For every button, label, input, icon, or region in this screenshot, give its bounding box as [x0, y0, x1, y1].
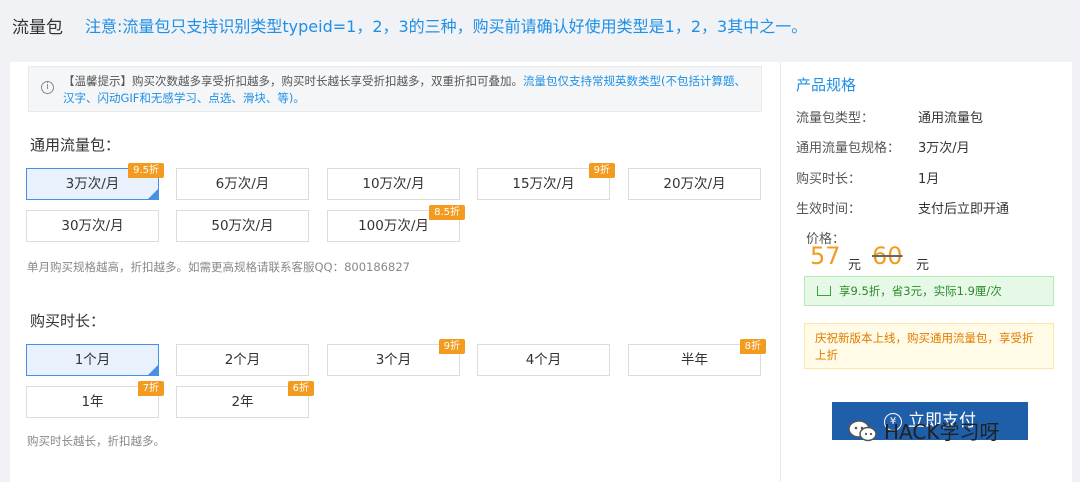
duration-option-1y[interactable]: 1年 7折 [26, 381, 164, 418]
duration-option-label: 2个月 [224, 352, 261, 368]
promo-text: 庆祝新版本上线，购买通用流量包，享受折上折 [815, 331, 1034, 362]
package-option-label: 6万次/月 [215, 176, 270, 192]
discount-badge: 9.5折 [128, 163, 164, 178]
spec-title: 产品规格 [796, 76, 857, 94]
discount-badge: 6折 [287, 381, 314, 396]
package-option-label: 20万次/月 [663, 176, 726, 192]
package-option-label: 3万次/月 [65, 176, 120, 192]
package-section-title: 通用流量包： [30, 136, 121, 154]
tip-box: i 【温馨提示】购买次数越多享受折扣越多，购买时长越长享受折扣越多，双重折扣可叠… [28, 66, 762, 112]
duration-option-label: 2年 [231, 394, 254, 410]
duration-option-label: 1个月 [74, 352, 111, 368]
package-option-6w[interactable]: 6万次/月 [176, 168, 309, 200]
package-option-100w[interactable]: 100万次/月 8.5折 [327, 205, 465, 242]
top-bar: 流量包 注意:流量包只支持识别类型typeid=1，2，3的三种，购买前请确认好… [0, 0, 1080, 50]
discount-summary: 享9.5折，省3元，实际1.9厘/次 [804, 276, 1054, 306]
tip-text: 【温馨提示】购买次数越多享受折扣越多，购买时长越长享受折扣越多，双重折扣可叠加。 [63, 74, 523, 88]
duration-option-label: 半年 [681, 352, 708, 368]
price-original-unit: 元 [916, 258, 930, 273]
duration-option-2y[interactable]: 2年 6折 [176, 381, 314, 418]
duration-option-1m[interactable]: 1个月 [26, 344, 159, 376]
package-option-label: 10万次/月 [362, 176, 425, 192]
spec-label-effective: 生效时间： [796, 202, 862, 217]
page-title: 流量包 [12, 17, 63, 38]
duration-option-2m[interactable]: 2个月 [176, 344, 309, 376]
duration-option-label: 3个月 [375, 352, 412, 368]
package-option-3w[interactable]: 3万次/月 9.5折 [26, 163, 164, 200]
spec-value-duration: 1月 [918, 172, 940, 187]
package-option-50w[interactable]: 50万次/月 [176, 210, 309, 242]
duration-section-title: 购买时长： [30, 312, 106, 330]
package-option-20w[interactable]: 20万次/月 [628, 168, 761, 200]
duration-option-3m[interactable]: 3个月 9折 [327, 339, 465, 376]
price-current-unit: 元 [848, 258, 862, 273]
package-option-label: 15万次/月 [512, 176, 575, 192]
package-option-label: 30万次/月 [61, 218, 124, 234]
selected-corner-icon [148, 189, 158, 199]
spec-label-size: 通用流量包规格： [796, 141, 901, 156]
package-option-label: 100万次/月 [358, 218, 429, 234]
typeid-notice: 注意:流量包只支持识别类型typeid=1，2，3的三种，购买前请确认好使用类型… [85, 17, 808, 36]
spec-label-type: 流量包类型： [796, 111, 875, 126]
selected-corner-icon [148, 365, 158, 375]
watermark: HACK学习呀 [848, 416, 999, 445]
duration-option-half-year[interactable]: 半年 8折 [628, 339, 766, 376]
discount-badge: 7折 [137, 381, 164, 396]
spec-value-size: 3万次/月 [918, 141, 970, 156]
promo-box: 庆祝新版本上线，购买通用流量包，享受折上折 [804, 323, 1054, 369]
discount-text: 享9.5折，省3元，实际1.9厘/次 [839, 284, 1002, 298]
spec-value-effective: 支付后立即开通 [918, 202, 1010, 217]
watermark-text: HACK学习呀 [884, 420, 1000, 444]
spec-label-duration: 购买时长： [796, 172, 862, 187]
price-current: 57 [810, 242, 841, 270]
wechat-icon [848, 419, 877, 441]
discount-badge: 8折 [739, 339, 766, 354]
duration-option-label: 1年 [81, 394, 104, 410]
discount-badge: 8.5折 [429, 205, 465, 220]
duration-option-4m[interactable]: 4个月 [477, 344, 610, 376]
cart-icon [817, 286, 831, 296]
discount-badge: 9折 [588, 163, 615, 178]
spec-value-type: 通用流量包 [918, 111, 984, 126]
package-option-15w[interactable]: 15万次/月 9折 [477, 163, 615, 200]
discount-badge: 9折 [438, 339, 465, 354]
price-original: 60 [872, 242, 903, 270]
package-hint: 单月购买规格越高，折扣越多。如需更高规格请联系客服QQ：800186827 [27, 260, 410, 274]
duration-hint: 购买时长越长，折扣越多。 [27, 434, 165, 448]
duration-option-label: 4个月 [525, 352, 562, 368]
package-option-30w[interactable]: 30万次/月 [26, 210, 159, 242]
package-option-10w[interactable]: 10万次/月 [327, 168, 460, 200]
info-icon: i [41, 81, 54, 94]
panel-divider [780, 62, 781, 482]
package-option-label: 50万次/月 [211, 218, 274, 234]
